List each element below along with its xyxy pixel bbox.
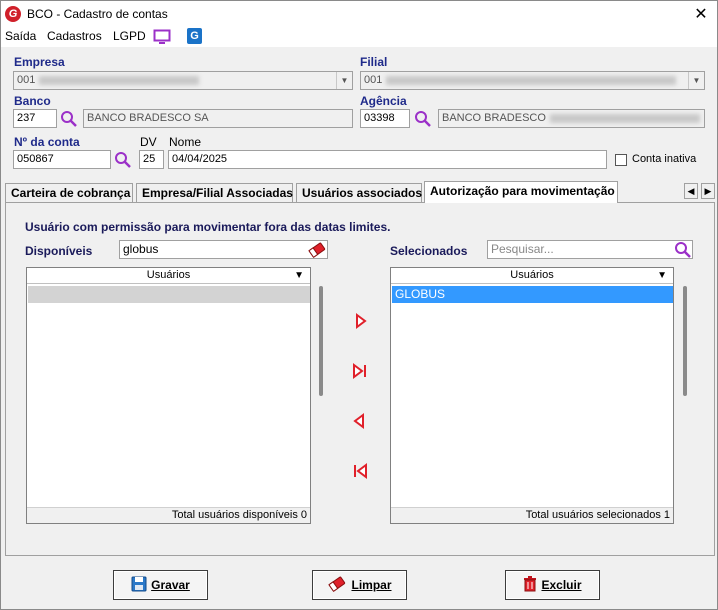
tab-carteira-cobranca[interactable]: Carteira de cobrança bbox=[5, 183, 133, 202]
panel-description: Usuário com permissão para movimentar fo… bbox=[25, 220, 391, 234]
gravar-button[interactable]: Gravar bbox=[113, 570, 208, 600]
menu-saida[interactable]: Saída bbox=[5, 29, 36, 43]
selected-total: Total usuários selecionados 1 bbox=[391, 507, 673, 523]
filter-icon[interactable]: ▼ bbox=[294, 268, 304, 283]
banco-code-field[interactable]: 237 bbox=[13, 109, 57, 128]
conta-inativa-label: Conta inativa bbox=[632, 153, 697, 165]
window-title: BCO - Cadastro de contas bbox=[27, 7, 168, 21]
banco-name-field: BANCO BRADESCO SA bbox=[83, 109, 353, 128]
nome-field[interactable]: 04/04/2025 bbox=[168, 150, 607, 169]
tab-scroll-right-icon[interactable]: ▶ bbox=[701, 183, 715, 199]
selected-users-list[interactable]: Usuários ▼ GLOBUS Total usuários selecio… bbox=[390, 267, 674, 524]
tab-autorizacao-movimentacao[interactable]: Autorização para movimentação bbox=[424, 181, 618, 203]
gravar-label: Gravar bbox=[151, 578, 190, 592]
selecionados-search-input[interactable]: Pesquisar... bbox=[487, 240, 693, 259]
agencia-name-field: BANCO BRADESCO bbox=[438, 109, 705, 128]
banco-label: Banco bbox=[14, 94, 51, 108]
move-all-right-icon[interactable] bbox=[352, 363, 368, 379]
agencia-label: Agência bbox=[360, 94, 407, 108]
empresa-select[interactable]: 001 ▼ bbox=[13, 71, 353, 90]
selecionados-label: Selecionados bbox=[390, 244, 468, 258]
filial-label: Filial bbox=[360, 55, 388, 69]
list-header[interactable]: Usuários ▼ bbox=[27, 268, 310, 284]
dv-label: DV bbox=[140, 135, 157, 149]
eraser-icon[interactable] bbox=[307, 241, 327, 261]
tab-scroll-left-icon[interactable]: ◀ bbox=[684, 183, 698, 199]
close-icon[interactable]: ✕ bbox=[691, 4, 711, 24]
empresa-label: Empresa bbox=[14, 55, 65, 69]
menu-cadastros[interactable]: Cadastros bbox=[47, 29, 102, 43]
trash-icon bbox=[523, 575, 537, 595]
available-users-list[interactable]: Usuários ▼ Total usuários disponíveis 0 bbox=[26, 267, 311, 524]
limpar-button[interactable]: Limpar bbox=[312, 570, 407, 600]
scrollbar[interactable] bbox=[683, 286, 687, 396]
chevron-down-icon: ▼ bbox=[688, 72, 704, 89]
chevron-down-icon: ▼ bbox=[336, 72, 352, 89]
search-icon[interactable] bbox=[414, 110, 432, 131]
excluir-button[interactable]: Excluir bbox=[505, 570, 600, 600]
save-icon bbox=[131, 576, 147, 595]
filial-select[interactable]: 001 ▼ bbox=[360, 71, 705, 90]
move-right-icon[interactable] bbox=[352, 313, 368, 329]
search-icon[interactable] bbox=[114, 151, 132, 172]
list-header[interactable]: Usuários ▼ bbox=[391, 268, 673, 284]
globus-g-icon[interactable]: G bbox=[187, 28, 202, 44]
nome-label: Nome bbox=[169, 135, 202, 149]
list-item[interactable]: GLOBUS bbox=[392, 286, 673, 303]
dv-field[interactable]: 25 bbox=[139, 150, 164, 169]
menu-lgpd[interactable]: LGPD bbox=[113, 29, 146, 43]
available-total: Total usuários disponíveis 0 bbox=[27, 507, 310, 523]
move-all-left-icon[interactable] bbox=[352, 463, 368, 479]
search-icon[interactable] bbox=[674, 241, 692, 262]
scrollbar[interactable] bbox=[319, 286, 323, 396]
monitor-icon[interactable] bbox=[153, 29, 171, 48]
excluir-label: Excluir bbox=[541, 578, 582, 592]
window: G BCO - Cadastro de contas ✕ Saída Cadas… bbox=[0, 0, 718, 610]
limpar-label: Limpar bbox=[351, 578, 392, 592]
tab-usuarios-associados[interactable]: Usuários associados bbox=[296, 183, 422, 202]
eraser-icon bbox=[327, 576, 347, 595]
conta-label: Nº da conta bbox=[14, 135, 80, 149]
menu-bar: Saída Cadastros LGPD G bbox=[1, 27, 717, 47]
move-left-icon[interactable] bbox=[352, 413, 368, 429]
search-icon[interactable] bbox=[60, 110, 78, 131]
list-item[interactable] bbox=[28, 286, 310, 303]
app-logo-icon: G bbox=[5, 6, 21, 22]
conta-field[interactable]: 050867 bbox=[13, 150, 111, 169]
filter-icon[interactable]: ▼ bbox=[657, 268, 667, 283]
disponiveis-label: Disponíveis bbox=[25, 244, 93, 258]
agencia-code-field[interactable]: 03398 bbox=[360, 109, 410, 128]
disponiveis-filter-input[interactable]: globus bbox=[119, 240, 328, 259]
conta-inativa-checkbox[interactable] bbox=[615, 154, 627, 166]
title-bar: G BCO - Cadastro de contas ✕ bbox=[1, 1, 717, 27]
tab-empresa-filial[interactable]: Empresa/Filial Associadas bbox=[136, 183, 293, 202]
